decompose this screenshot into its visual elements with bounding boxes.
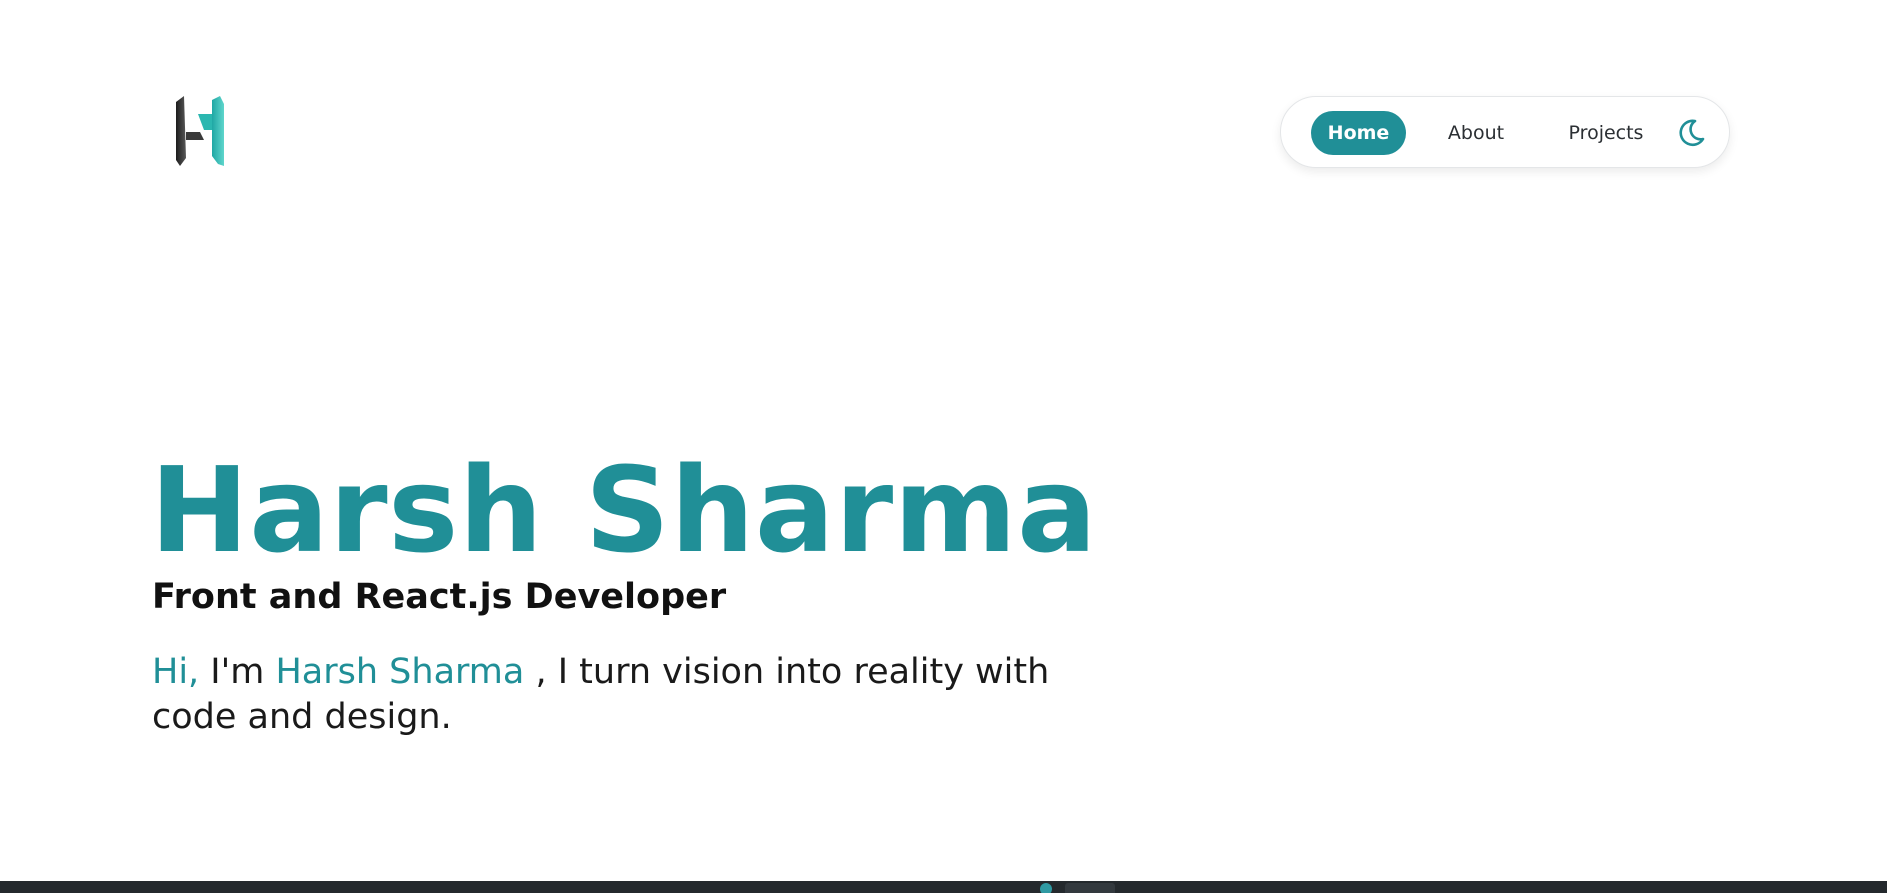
intro-name: Harsh Sharma [275, 652, 525, 692]
main-nav: Home About Projects [1280, 96, 1730, 168]
h-monogram-logo-icon [176, 96, 224, 166]
theme-toggle-button[interactable] [1673, 115, 1709, 151]
hero-name-heading: Harsh Sharma [150, 441, 1098, 579]
intro-im: I'm [199, 652, 276, 692]
nav-item-projects[interactable]: Projects [1556, 111, 1656, 155]
site-logo[interactable] [172, 96, 230, 168]
strip-tab [1065, 883, 1115, 893]
portfolio-page: Home About Projects Harsh Sharma Front a… [0, 0, 1887, 893]
nav-item-home[interactable]: Home [1311, 111, 1406, 155]
moon-icon [1679, 119, 1705, 147]
intro-greeting: Hi, [152, 652, 200, 692]
next-section-edge [0, 881, 1887, 893]
strip-dot [1040, 883, 1052, 893]
hero-role-subtitle: Front and React.js Developer [152, 577, 727, 617]
hero-intro-text: Hi, I'm Harsh Sharma , I turn vision int… [152, 650, 1122, 740]
nav-item-about[interactable]: About [1436, 111, 1516, 155]
